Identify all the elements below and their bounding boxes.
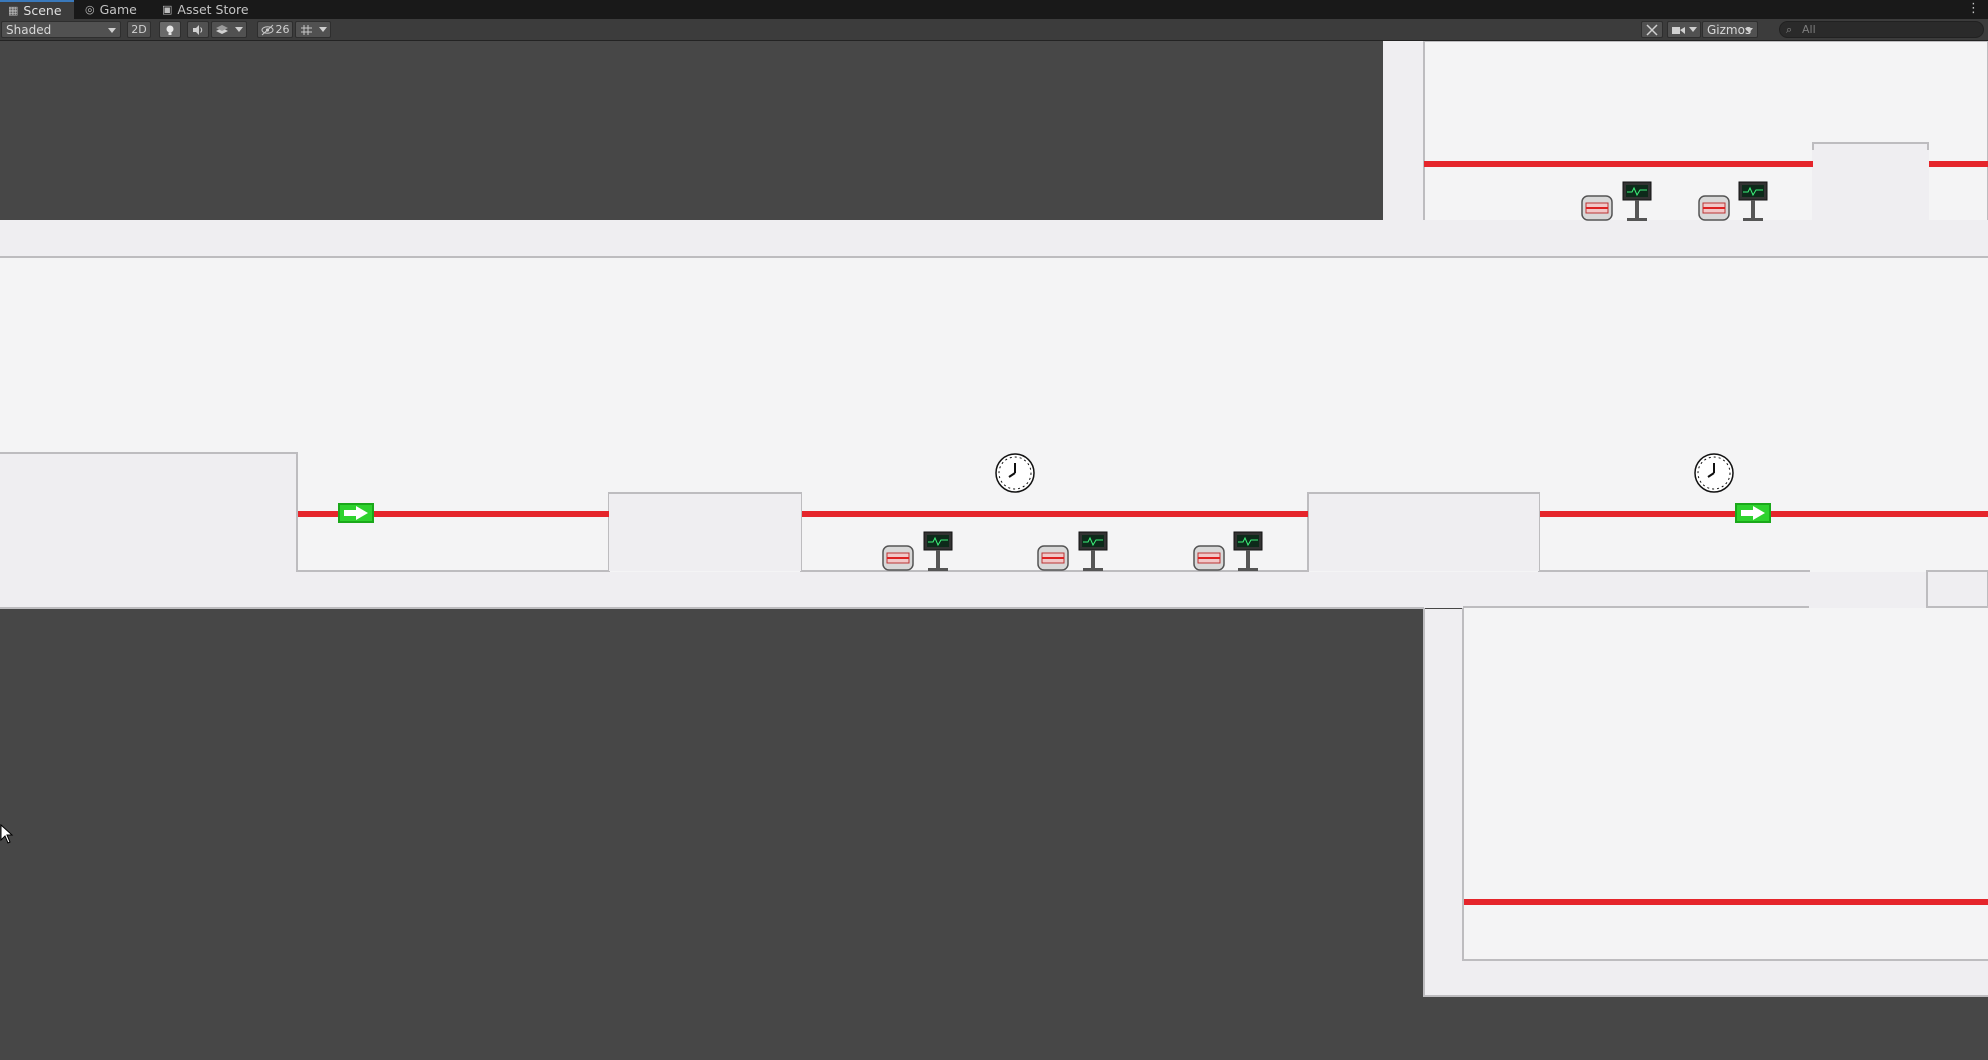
hospital-bed-icon: [1193, 545, 1225, 571]
more-options-icon[interactable]: ⋮: [1967, 1, 1980, 16]
chevron-down-icon: [235, 27, 243, 32]
camera-settings-button[interactable]: [1667, 21, 1701, 38]
gizmos-dropdown[interactable]: Gizmos: [1702, 21, 1758, 38]
chevron-down-icon: [108, 28, 116, 33]
camera-icon: [1671, 26, 1685, 34]
arrow-sign-icon: [338, 503, 374, 523]
tab-asset-store-label: Asset Store: [177, 2, 249, 17]
grid-icon: [300, 24, 312, 35]
hidden-count: 26: [275, 23, 290, 36]
chevron-down-icon: [1745, 28, 1753, 33]
tab-game[interactable]: ◎ Game: [77, 0, 145, 19]
level-canvas: [0, 41, 1988, 1060]
editor-tab-bar: ▦ Scene ◎ Game ▣ Asset Store ⋮: [0, 0, 1988, 19]
tab-game-label: Game: [99, 2, 137, 17]
scene-visibility-button[interactable]: 26: [257, 21, 293, 38]
grid-icon: ▦: [8, 4, 19, 17]
shading-mode-dropdown[interactable]: Shaded: [1, 21, 121, 38]
chevron-down-icon: [1688, 27, 1697, 32]
arrow-sign-icon: [1735, 503, 1771, 523]
tools-button[interactable]: [1641, 21, 1663, 38]
hospital-bed-icon: [1698, 195, 1730, 221]
shading-mode-label: Shaded: [6, 23, 52, 37]
clock-icon: [995, 453, 1035, 493]
tab-scene[interactable]: ▦ Scene: [0, 0, 74, 19]
2d-mode-label: 2D: [131, 23, 147, 36]
tab-asset-store[interactable]: ▣ Asset Store: [154, 0, 257, 19]
speaker-icon: [193, 24, 203, 35]
lightbulb-icon: [166, 25, 174, 35]
clock-icon: [1694, 453, 1734, 493]
search-placeholder: All: [1802, 23, 1816, 36]
eye-slash-icon: [261, 24, 273, 35]
tab-scene-label: Scene: [23, 3, 62, 18]
chevron-down-icon: [318, 27, 327, 32]
scene-toolbar: Shaded 2D 26 Gizmos ⌕ All: [0, 19, 1988, 41]
2d-mode-button[interactable]: 2D: [127, 21, 151, 38]
effects-dropdown-button[interactable]: [211, 21, 247, 38]
mouse-cursor-icon: [0, 824, 14, 844]
search-icon: ⌕: [1786, 23, 1793, 36]
grid-snapping-button[interactable]: [295, 21, 331, 38]
hospital-bed-icon: [882, 545, 914, 571]
audio-toggle-button[interactable]: [187, 21, 209, 38]
layers-icon: [216, 24, 228, 34]
hierarchy-search-input[interactable]: ⌕ All: [1779, 21, 1984, 38]
gamepad-icon: ◎: [85, 3, 95, 16]
lighting-toggle-button[interactable]: [159, 21, 181, 38]
hospital-bed-icon: [1581, 195, 1613, 221]
hospital-bed-icon: [1037, 545, 1069, 571]
scene-viewport[interactable]: [0, 41, 1988, 1060]
tools-icon: [1646, 23, 1658, 36]
bag-icon: ▣: [162, 3, 173, 16]
